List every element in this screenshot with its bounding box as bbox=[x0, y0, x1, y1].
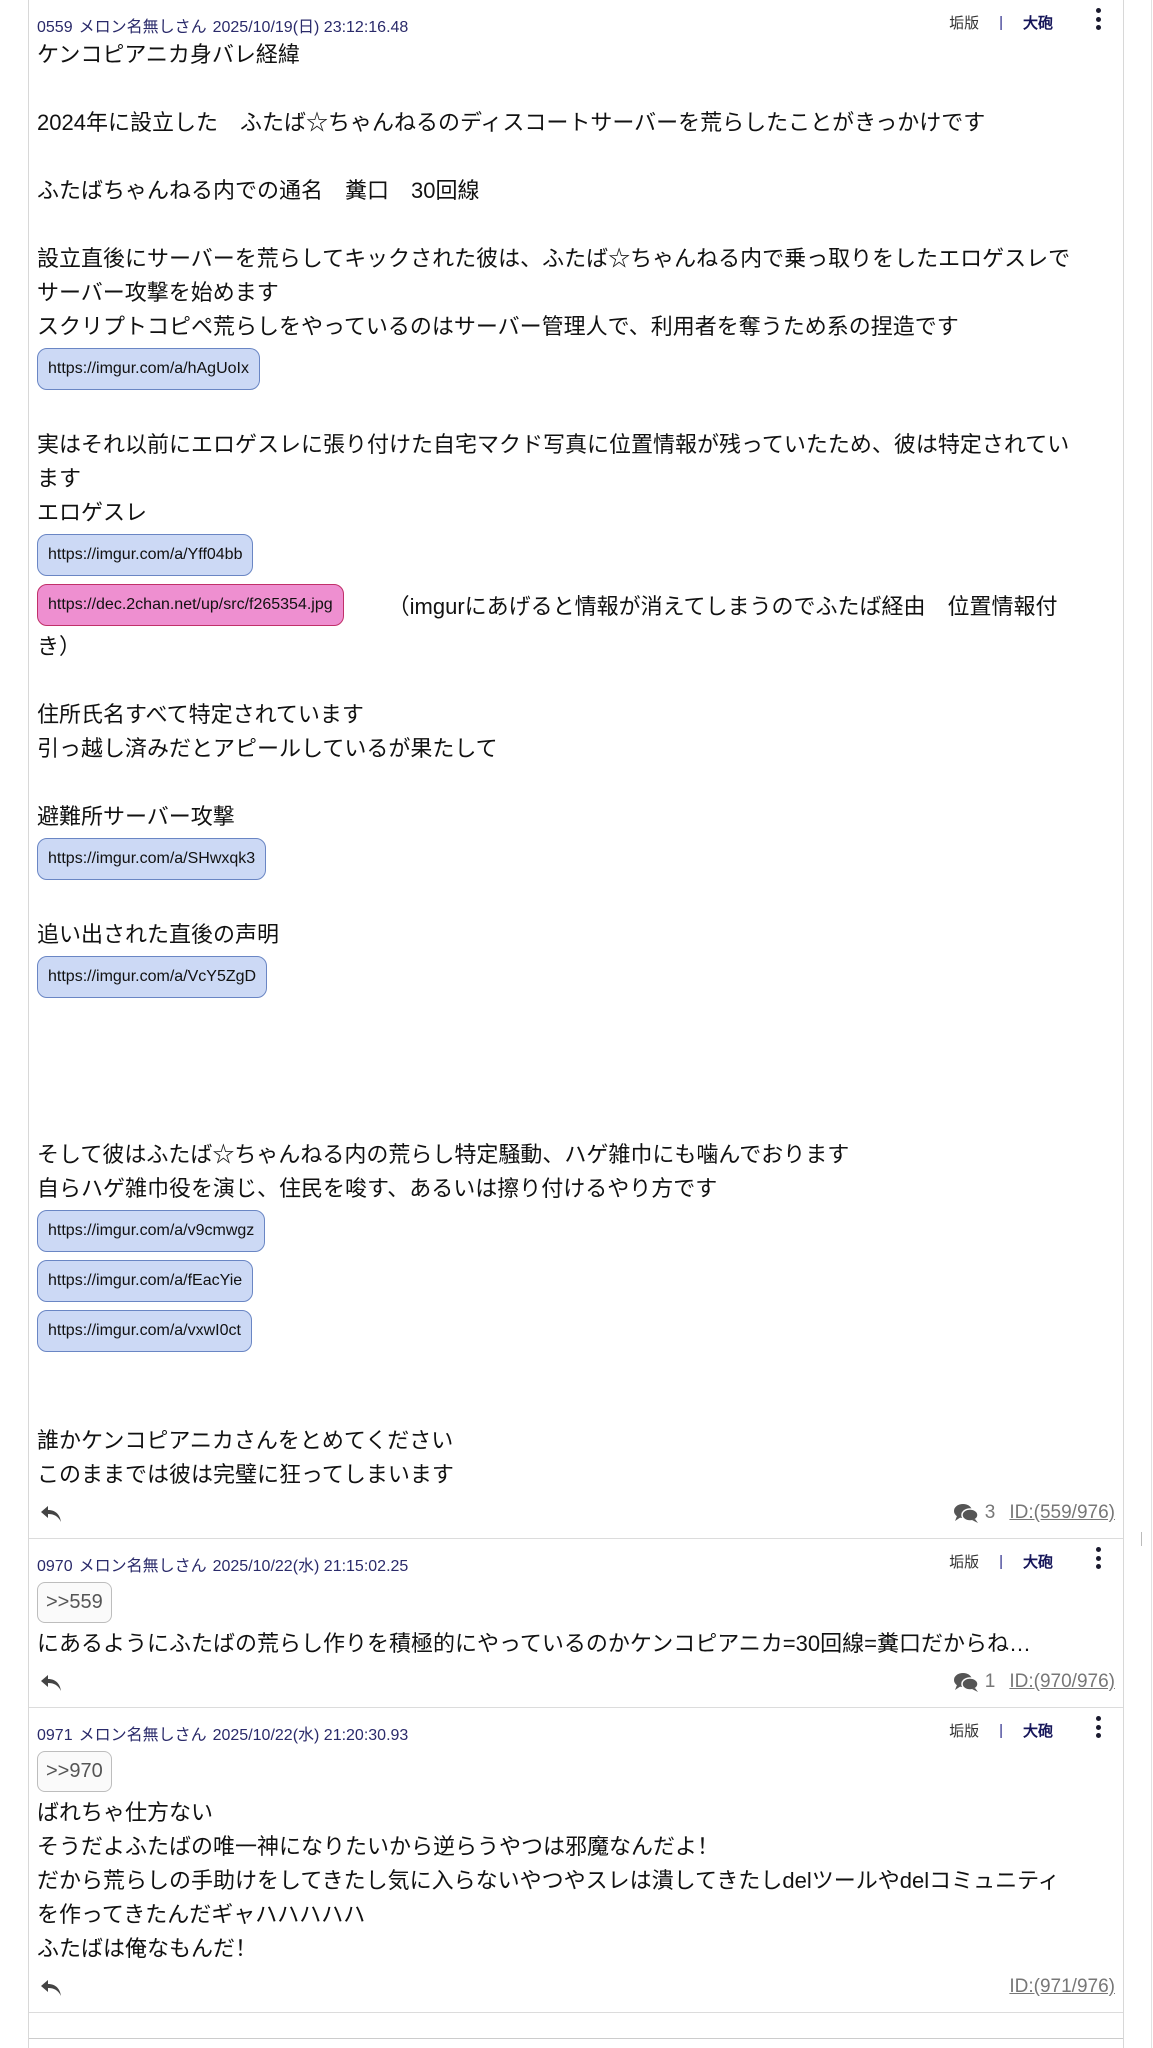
post-line: ケンコピアニカ身バレ経緯 bbox=[37, 42, 300, 67]
post-0971: 0971 メロン名無しさん 2025/10/22(水) 21:20:30.93 垢版… bbox=[29, 1708, 1123, 2013]
post-line: スクリプトコピペ荒らしをやっているのはサーバー管理人で、利用者を奪うため系の捏造… bbox=[37, 314, 959, 339]
post-line: 設立直後にサーバーを荒らしてキックされた彼は、ふたば☆ちゃんねる内で乗っ取りをし… bbox=[37, 246, 1071, 271]
post-number: 0971 bbox=[37, 1727, 73, 1744]
id-link[interactable]: ID:(559/976) bbox=[1009, 1502, 1115, 1524]
post-line: だから荒らしの手助けをしてきたし気に入らないやつやスレは潰してきたしdelツール… bbox=[37, 1868, 1060, 1893]
imgur-link[interactable]: https://imgur.com/a/VcY5ZgD bbox=[37, 956, 268, 998]
post-footer: 1 ID:(970/976) bbox=[29, 1661, 1123, 1707]
id-link[interactable]: ID:(970/976) bbox=[1009, 1671, 1115, 1693]
tools-separator: | bbox=[999, 1553, 1003, 1570]
post-line: 誰かケンコピアニカさんをとめてください bbox=[37, 1428, 454, 1453]
post-line: 自らハゲ雑巾役を演じ、住民を唆す、あるいは擦り付けるやり方です bbox=[37, 1176, 718, 1201]
image-upload-link[interactable]: https://dec.2chan.net/up/src/f265354.jpg bbox=[37, 584, 344, 626]
post-tools: 垢版 | 大砲 bbox=[949, 1551, 1053, 1572]
kebab-menu-icon[interactable] bbox=[1093, 8, 1103, 30]
tools-separator: | bbox=[999, 14, 1003, 31]
post-line: ます bbox=[37, 466, 82, 491]
id-link[interactable]: ID:(971/976) bbox=[1009, 1976, 1115, 1998]
post-line: そして彼はふたば☆ちゃんねる内の荒らし特定騒動、ハゲ雑巾にも噛んでおります bbox=[37, 1142, 850, 1167]
scrollbar-marker[interactable] bbox=[1141, 1532, 1146, 1546]
taiho-button[interactable]: 大砲 bbox=[1023, 1551, 1053, 1572]
quote-anchor-link[interactable]: >>559 bbox=[37, 1581, 112, 1623]
post-footer: ID:(971/976) bbox=[29, 1966, 1123, 2012]
post-date: 2025/10/22(水) 21:20:30.93 bbox=[212, 1727, 409, 1744]
post-header: 0971 メロン名無しさん 2025/10/22(水) 21:20:30.93 垢版… bbox=[29, 1708, 1123, 1746]
reply-count: 3 bbox=[984, 1502, 996, 1523]
post-line: サーバー攻撃を始めます bbox=[37, 280, 279, 305]
comments-icon[interactable] bbox=[953, 1671, 979, 1693]
post-meta: 0970 メロン名無しさん 2025/10/22(水) 21:15:02.25 bbox=[37, 1552, 414, 1576]
post-footer: 3 ID:(559/976) bbox=[29, 1492, 1123, 1538]
reply-arrow-icon[interactable] bbox=[39, 1504, 63, 1524]
page-edge-divider bbox=[1151, 0, 1152, 2048]
post-line: ばれちゃ仕方ない bbox=[37, 1800, 214, 1825]
post-line: エロゲスレ bbox=[37, 500, 148, 525]
post-number: 0559 bbox=[37, 19, 73, 36]
comments-icon[interactable] bbox=[953, 1502, 979, 1524]
post-line: （imgurにあげると情報が消えてしまうのでふたば経由 位置情報付 bbox=[387, 594, 1058, 619]
quote-anchor-link[interactable]: >>970 bbox=[37, 1750, 112, 1792]
post-body: >>970 ばれちゃ仕方ない そうだよふたばの唯一神になりたいから逆らうやつは邪… bbox=[29, 1746, 1123, 1966]
post-body: >>559 にあるようにふたばの荒らし作りを積極的にやっているのかケンコピアニカ… bbox=[29, 1577, 1123, 1661]
taiho-button[interactable]: 大砲 bbox=[1023, 1720, 1053, 1741]
footer-right: ID:(971/976) bbox=[1009, 1976, 1115, 1998]
reply-arrow-icon[interactable] bbox=[39, 1673, 63, 1693]
thread-container: 0559 メロン名無しさん 2025/10/19(日) 23:12:16.48 垢版… bbox=[28, 0, 1124, 2048]
post-date: 2025/10/22(水) 21:15:02.25 bbox=[212, 1558, 409, 1575]
footer-right: 3 ID:(559/976) bbox=[953, 1502, 1115, 1524]
gomi-button[interactable]: 垢版 bbox=[949, 1720, 979, 1741]
imgur-link[interactable]: https://imgur.com/a/vxwI0ct bbox=[37, 1310, 252, 1352]
post-0559: 0559 メロン名無しさん 2025/10/19(日) 23:12:16.48 垢版… bbox=[29, 0, 1123, 1539]
gomi-button[interactable]: 垢版 bbox=[949, 12, 979, 33]
post-meta: 0559 メロン名無しさん 2025/10/19(日) 23:12:16.48 bbox=[37, 13, 414, 37]
next-post-divider bbox=[29, 2038, 1123, 2039]
post-line: にあるようにふたばの荒らし作りを積極的にやっているのかケンコピアニカ=30回線=… bbox=[37, 1631, 1031, 1656]
reply-count: 1 bbox=[984, 1671, 996, 1692]
post-header: 0559 メロン名無しさん 2025/10/19(日) 23:12:16.48 垢版… bbox=[29, 0, 1123, 38]
imgur-link[interactable]: https://imgur.com/a/fEacYie bbox=[37, 1260, 254, 1302]
post-line: 住所氏名すべて特定されています bbox=[37, 702, 364, 727]
poster-name: メロン名無しさん bbox=[78, 1727, 207, 1744]
post-line: 実はそれ以前にエロゲスレに張り付けた自宅マクド写真に位置情報が残っていたため、彼… bbox=[37, 432, 1070, 457]
post-tools: 垢版 | 大砲 bbox=[949, 12, 1053, 33]
footer-right: 1 ID:(970/976) bbox=[953, 1671, 1115, 1693]
post-line: ふたばちゃんねる内での通名 糞口 30回線 bbox=[37, 178, 480, 203]
post-line: 避難所サーバー攻撃 bbox=[37, 804, 235, 829]
post-0970: 0970 メロン名無しさん 2025/10/22(水) 21:15:02.25 垢版… bbox=[29, 1539, 1123, 1708]
post-tools: 垢版 | 大砲 bbox=[949, 1720, 1053, 1741]
post-line: このままでは彼は完璧に狂ってしまいます bbox=[37, 1462, 454, 1487]
post-date: 2025/10/19(日) 23:12:16.48 bbox=[212, 19, 409, 36]
kebab-menu-icon[interactable] bbox=[1093, 1547, 1103, 1569]
tools-separator: | bbox=[999, 1722, 1003, 1739]
post-number: 0970 bbox=[37, 1558, 73, 1575]
imgur-link[interactable]: https://imgur.com/a/v9cmwgz bbox=[37, 1210, 266, 1252]
imgur-link[interactable]: https://imgur.com/a/Yff04bb bbox=[37, 534, 254, 576]
taiho-button[interactable]: 大砲 bbox=[1023, 12, 1053, 33]
post-line: 2024年に設立した ふたば☆ちゃんねるのディスコートサーバーを荒らしたことがき… bbox=[37, 110, 986, 135]
poster-name: メロン名無しさん bbox=[78, 19, 207, 36]
post-body: ケンコピアニカ身バレ経緯 2024年に設立した ふたば☆ちゃんねるのディスコート… bbox=[29, 38, 1123, 1492]
post-line: そうだよふたばの唯一神になりたいから逆らうやつは邪魔なんだよ！ bbox=[37, 1834, 720, 1859]
poster-name: メロン名無しさん bbox=[78, 1558, 207, 1575]
post-line: 引っ越し済みだとアピールしているが果たして bbox=[37, 736, 498, 761]
post-header: 0970 メロン名無しさん 2025/10/22(水) 21:15:02.25 垢版… bbox=[29, 1539, 1123, 1577]
gomi-button[interactable]: 垢版 bbox=[949, 1551, 979, 1572]
post-line: ふたばは俺なもんだ！ bbox=[37, 1936, 258, 1961]
post-line: 追い出された直後の声明 bbox=[37, 922, 280, 947]
post-meta: 0971 メロン名無しさん 2025/10/22(水) 21:20:30.93 bbox=[37, 1721, 414, 1745]
post-line: を作ってきたんだギャハハハハハ bbox=[37, 1902, 366, 1927]
kebab-menu-icon[interactable] bbox=[1093, 1716, 1103, 1738]
post-line: き） bbox=[37, 634, 82, 659]
reply-arrow-icon[interactable] bbox=[39, 1978, 63, 1998]
imgur-link[interactable]: https://imgur.com/a/SHwxqk3 bbox=[37, 838, 267, 880]
imgur-link[interactable]: https://imgur.com/a/hAgUoIx bbox=[37, 348, 260, 390]
